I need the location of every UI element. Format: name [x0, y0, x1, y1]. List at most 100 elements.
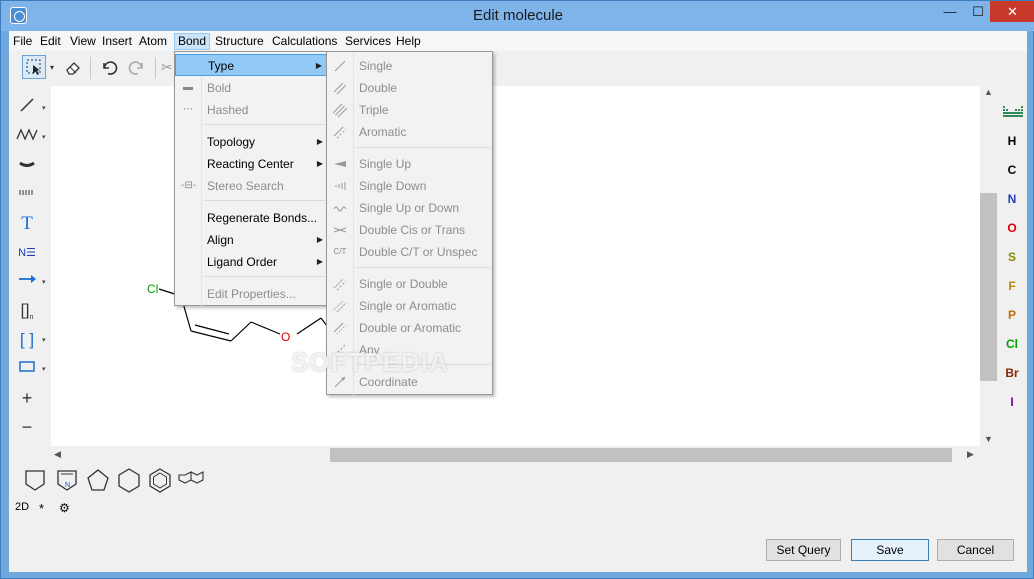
horizontal-scroll-thumb[interactable]: [330, 448, 952, 462]
undo-button[interactable]: [97, 55, 121, 79]
cyclopentane-template-icon[interactable]: [85, 467, 111, 493]
menu-bond[interactable]: Bond: [174, 33, 211, 50]
plus-charge-icon[interactable]: +: [13, 386, 41, 410]
cyclobutane-template-icon[interactable]: [22, 467, 48, 493]
scroll-up-icon[interactable]: ▲: [984, 87, 993, 97]
element-i[interactable]: I: [997, 395, 1027, 409]
menu-item-single-or-double[interactable]: Single or Double: [327, 273, 492, 295]
menu-edit[interactable]: Edit: [37, 33, 64, 50]
reaction-arrow-tool[interactable]: [13, 270, 41, 294]
set-query-button[interactable]: Set Query: [766, 539, 841, 561]
submenu-arrow-icon: ▶: [316, 235, 323, 244]
sgroup-bracket-icon[interactable]: []n: [13, 299, 41, 323]
scroll-down-icon[interactable]: ▼: [984, 434, 993, 444]
title-bar: Edit molecule — ☐ ✕: [1, 1, 1034, 31]
menu-item-single-up[interactable]: Single Up: [327, 153, 492, 175]
menu-item-double-ct-unspec[interactable]: C/T Double C/T or Unspec: [327, 241, 492, 263]
element-f[interactable]: F: [997, 279, 1027, 293]
select-tool-button[interactable]: [22, 55, 46, 79]
select-dropdown-icon[interactable]: ▾: [47, 55, 57, 79]
menu-insert[interactable]: Insert: [99, 33, 135, 50]
periodic-table-icon[interactable]: [1003, 106, 1023, 121]
dropdown-arrow-icon[interactable]: ▾: [42, 365, 46, 373]
menu-structure[interactable]: Structure: [212, 33, 267, 50]
vertical-scroll-thumb[interactable]: [980, 193, 997, 381]
selection-icon: [26, 59, 41, 75]
dropdown-arrow-icon[interactable]: ▾: [42, 104, 46, 112]
bracket-tool-icon[interactable]: [ ]: [13, 328, 41, 352]
menu-item-hashed[interactable]: ⋯ Hashed: [175, 99, 327, 121]
save-button[interactable]: Save: [851, 539, 929, 561]
chain-tool[interactable]: [13, 125, 41, 149]
pyrrole-template-icon[interactable]: N: [54, 467, 80, 493]
menu-item-type[interactable]: Type ▶: [175, 54, 327, 76]
window-title: Edit molecule: [472, 7, 564, 24]
scroll-left-icon[interactable]: ◀: [54, 449, 61, 460]
menu-services[interactable]: Services: [342, 33, 394, 50]
menu-item-triple[interactable]: Triple: [327, 99, 492, 121]
clean-icon[interactable]: ⚙: [59, 501, 70, 515]
eraser-button[interactable]: [61, 55, 85, 79]
scroll-right-icon[interactable]: ▶: [967, 449, 974, 460]
hashed-bond-tool[interactable]: [13, 183, 41, 207]
menu-help[interactable]: Help: [393, 33, 424, 50]
menu-view[interactable]: View: [67, 33, 99, 50]
mode-2d-button[interactable]: 2D: [15, 501, 29, 513]
menu-file[interactable]: File: [10, 33, 35, 50]
menu-item-align[interactable]: Align ▶: [175, 229, 327, 251]
star-button[interactable]: *: [39, 501, 44, 516]
element-o[interactable]: O: [997, 221, 1027, 235]
minimize-button[interactable]: —: [936, 1, 964, 22]
cut-icon[interactable]: ✂: [159, 55, 175, 79]
menu-item-stereo-search[interactable]: -⊟- Stereo Search: [175, 175, 327, 197]
text-tool-icon[interactable]: T: [13, 212, 41, 236]
element-s[interactable]: S: [997, 250, 1027, 264]
menu-item-double-cis-trans[interactable]: Double Cis or Trans: [327, 219, 492, 241]
menu-item-single[interactable]: Single: [327, 55, 492, 77]
menu-item-topology[interactable]: Topology ▶: [175, 131, 327, 153]
close-button[interactable]: ✕: [990, 1, 1034, 22]
menu-item-single-down[interactable]: Single Down: [327, 175, 492, 197]
menu-item-reacting-center[interactable]: Reacting Center ▶: [175, 153, 327, 175]
menu-item-single-or-aromatic[interactable]: Single or Aromatic: [327, 295, 492, 317]
menu-item-regenerate-bonds[interactable]: Regenerate Bonds...: [175, 207, 327, 229]
atom-label-tool-icon[interactable]: N☰: [13, 241, 41, 265]
menu-item-label: Single Down: [359, 179, 427, 193]
vertical-scrollbar[interactable]: ▲ ▼: [980, 86, 997, 446]
menu-item-bold[interactable]: ▬ Bold: [175, 77, 327, 99]
naphthalene-template-icon[interactable]: [178, 467, 204, 493]
menu-item-ligand-order[interactable]: Ligand Order ▶: [175, 251, 327, 273]
dropdown-arrow-icon[interactable]: ▾: [42, 133, 46, 141]
maximize-button[interactable]: ☐: [964, 1, 992, 22]
dropdown-arrow-icon[interactable]: ▾: [42, 278, 46, 286]
main-toolbar: ▾ ✂: [9, 52, 1027, 84]
eraser-icon: [66, 62, 80, 75]
menu-item-double-or-aromatic[interactable]: Double or Aromatic: [327, 317, 492, 339]
menu-atom[interactable]: Atom: [136, 33, 170, 50]
element-h[interactable]: H: [997, 134, 1027, 148]
hashed-bond-icon: [19, 190, 33, 195]
element-c[interactable]: C: [997, 163, 1027, 177]
rectangle-icon: [19, 361, 35, 372]
stereo-search-icon: -⊟-: [181, 180, 197, 191]
menu-item-aromatic[interactable]: Aromatic: [327, 121, 492, 143]
menu-calculations[interactable]: Calculations: [269, 33, 340, 50]
menu-item-double[interactable]: Double: [327, 77, 492, 99]
element-cl[interactable]: Cl: [997, 337, 1027, 351]
element-br[interactable]: Br: [997, 366, 1027, 380]
single-bond-tool[interactable]: [13, 96, 41, 120]
menu-item-edit-properties[interactable]: Edit Properties...: [175, 283, 327, 305]
menu-item-single-up-or-down[interactable]: Single Up or Down: [327, 197, 492, 219]
cyclohexane-template-icon[interactable]: [116, 467, 142, 493]
redo-button[interactable]: [125, 55, 149, 79]
benzene-template-icon[interactable]: [147, 467, 173, 493]
rectangle-tool[interactable]: [13, 357, 41, 381]
bold-bond-tool[interactable]: [13, 154, 41, 178]
dropdown-arrow-icon[interactable]: ▾: [42, 336, 46, 344]
cancel-button[interactable]: Cancel: [937, 539, 1014, 561]
element-p[interactable]: P: [997, 308, 1027, 322]
element-n[interactable]: N: [997, 192, 1027, 206]
menu-item-label: Double C/T or Unspec: [359, 245, 478, 259]
horizontal-scrollbar[interactable]: ◀ ▶: [51, 446, 980, 463]
minus-charge-icon[interactable]: −: [13, 415, 41, 439]
